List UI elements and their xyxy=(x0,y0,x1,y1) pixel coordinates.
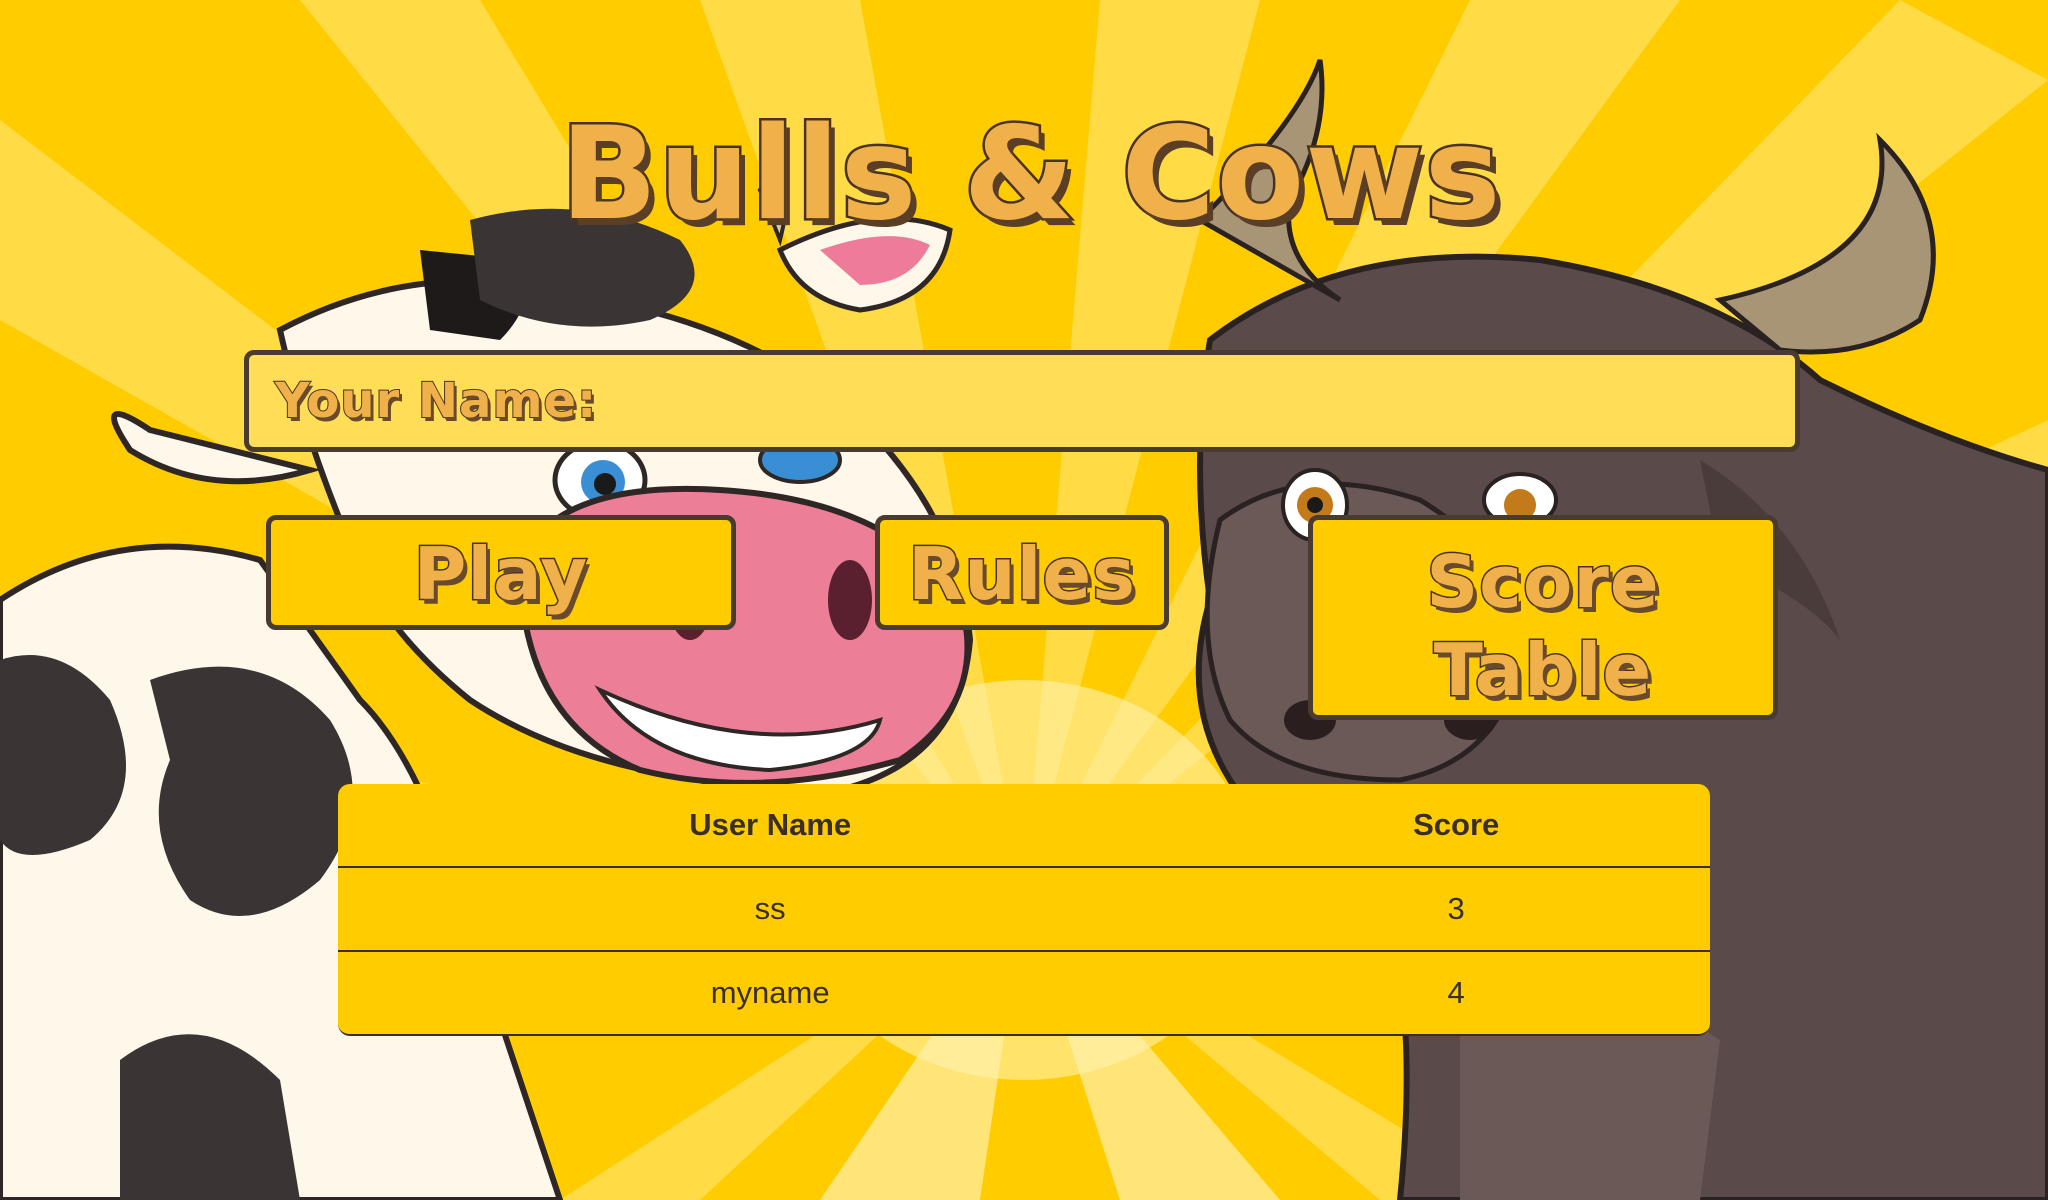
table-cell-score: 4 xyxy=(1202,950,1710,1034)
game-title: Bulls & Cows xyxy=(558,98,1504,252)
column-header-user-name: User Name xyxy=(338,784,1203,868)
game-screen: Bulls & Cows Your Name: Play Rules Score… xyxy=(0,0,2048,1200)
score-table-grid: User Name Score ss 3 myname 4 xyxy=(338,784,1710,1034)
score-table-button-label-line1: Score xyxy=(1425,539,1660,626)
name-field: Your Name: xyxy=(244,350,1800,452)
score-table-button[interactable]: Score Table xyxy=(1308,515,1778,720)
name-label: Your Name: xyxy=(274,372,598,430)
table-cell-score: 3 xyxy=(1447,891,1465,926)
table-row: myname 4 xyxy=(338,950,1710,1034)
rules-button-label: Rules xyxy=(906,531,1137,618)
score-table-button-label-line2: Table xyxy=(1432,627,1653,714)
table-row: ss 3 xyxy=(338,867,1710,951)
table-cell-user-name: myname xyxy=(338,950,1203,1034)
name-input[interactable] xyxy=(613,365,1775,437)
play-button[interactable]: Play xyxy=(266,515,736,630)
score-table: User Name Score ss 3 myname 4 xyxy=(338,784,1710,1036)
column-header-score: Score xyxy=(1202,784,1710,868)
rules-button[interactable]: Rules xyxy=(875,515,1169,630)
table-header-row: User Name Score xyxy=(338,784,1710,868)
table-cell-user-name: ss xyxy=(754,891,786,926)
play-button-label: Play xyxy=(412,531,589,618)
